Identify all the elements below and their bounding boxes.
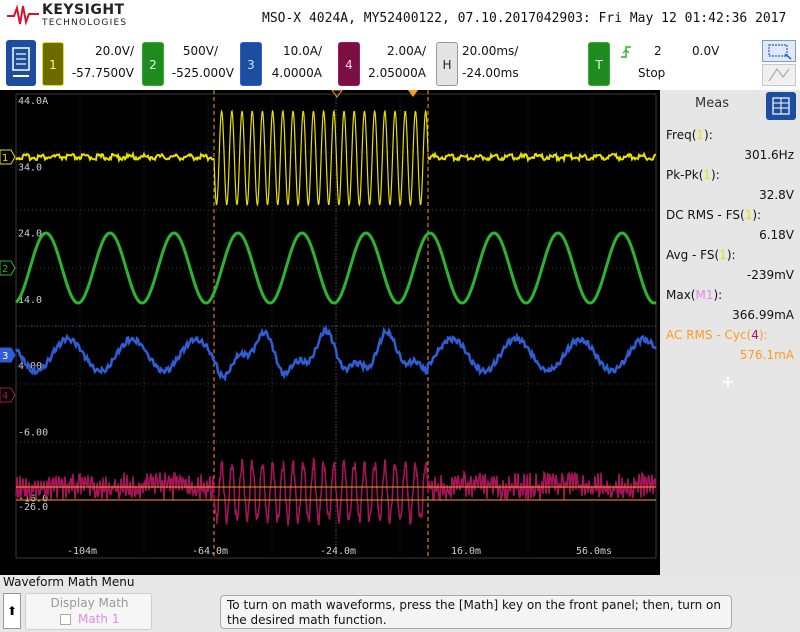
meas-label: Pk-Pk( bbox=[666, 168, 704, 182]
trigger-source: 2 bbox=[654, 44, 662, 58]
channel-ground-label: 2 bbox=[2, 264, 8, 275]
keysight-logo-icon bbox=[7, 4, 39, 26]
channel-3-offset: 4.0000A bbox=[271, 66, 322, 80]
meas-label: Max( bbox=[666, 288, 696, 302]
vertical-scale-label: -6.00 bbox=[18, 427, 48, 438]
channel-ground-label: 3 bbox=[2, 351, 8, 362]
softkey-label: Display Math bbox=[50, 596, 129, 610]
meas-source: 1 bbox=[696, 128, 705, 142]
horizontal-scale: 20.00ms/ bbox=[462, 44, 519, 58]
channel-2-scale: 500V/ bbox=[182, 44, 218, 58]
meas-source: 4 bbox=[751, 328, 759, 342]
channel-3-trace bbox=[14, 324, 658, 382]
channel-2-number: 2 bbox=[142, 42, 164, 86]
channel-3-button[interactable]: 3 10.0A/ 4.0000A bbox=[240, 40, 326, 86]
softkey-sub: Math 1 bbox=[78, 612, 120, 626]
waveform-display[interactable]: 44.0A 34.0 24.0 14.0 4.00 -6.00 -16.0 -26.0 -104… bbox=[0, 90, 660, 575]
meas-label-close: ): bbox=[704, 128, 713, 142]
horizontal-button[interactable]: H 20.00ms/ -24.00ms bbox=[436, 40, 532, 86]
channel-4-offset: 2.05000A bbox=[368, 66, 426, 80]
meas-label: DC RMS - FS( bbox=[666, 208, 745, 222]
softkey-menu: Waveform Math Menu ⬆ Display Math Math 1… bbox=[0, 575, 800, 632]
meas-value: 32.8V bbox=[759, 188, 794, 202]
menu-back-button[interactable]: ⬆ bbox=[3, 593, 21, 629]
channel-1-offset: -57.7500V bbox=[71, 66, 134, 80]
channel-4-burst-trace bbox=[213, 456, 429, 526]
display-math-softkey[interactable]: Display Math Math 1 bbox=[25, 593, 152, 630]
rising-edge-icon bbox=[621, 46, 631, 58]
meas-label-close: ): bbox=[713, 288, 723, 302]
meas-value: 366.99mA bbox=[732, 308, 794, 322]
channel-2-button[interactable]: 2 500V/ -525.000V bbox=[142, 40, 238, 86]
meas-label: Freq( bbox=[666, 128, 697, 142]
meas-value: 576.1mA bbox=[739, 348, 794, 362]
meas-value: 301.6Hz bbox=[744, 148, 794, 162]
zoom-box-icon bbox=[768, 44, 792, 60]
meas-title: Meas bbox=[695, 96, 729, 111]
meas-label: Avg - FS( bbox=[666, 248, 720, 262]
channel-4-scale: 2.00A/ bbox=[387, 44, 426, 58]
time-scale-label: 56.0ms bbox=[576, 546, 612, 557]
channel-4-number: 4 bbox=[338, 42, 360, 86]
channel-1-button[interactable]: 1 20.0V/ -57.7500V bbox=[42, 40, 138, 86]
menu-icon bbox=[12, 47, 30, 77]
channel-3-number: 3 bbox=[240, 42, 262, 86]
channel-4-button[interactable]: 4 2.00A/ 2.05000A bbox=[338, 40, 430, 86]
brand-sub: TECHNOLOGIES bbox=[42, 18, 128, 28]
channel-4-trace-tail bbox=[427, 469, 657, 502]
channel-1-trace bbox=[15, 150, 215, 164]
main-menu-button[interactable] bbox=[6, 40, 36, 86]
channel-3-scale: 10.0A/ bbox=[283, 44, 322, 58]
channel-bar: 1 20.0V/ -57.7500V 2 500V/ -525.000V 3 1… bbox=[0, 38, 800, 90]
meas-source: M1 bbox=[695, 288, 714, 302]
draw-line-icon bbox=[768, 67, 790, 82]
zoom-select-button[interactable] bbox=[762, 40, 796, 62]
channel-1-trace-tail bbox=[427, 151, 657, 164]
measurement-panel: Meas Freq(1): 301.6Hz Pk-Pk(1): 32.8V DC… bbox=[660, 90, 800, 575]
trigger-button[interactable]: T 2 0.0V Stop bbox=[588, 40, 728, 86]
meas-label-close: ): bbox=[711, 168, 720, 182]
channel-2-offset: -525.000V bbox=[171, 66, 234, 80]
vertical-scale-label: 44.0A bbox=[18, 96, 48, 107]
channel-4-trace bbox=[15, 472, 215, 502]
meas-label: AC RMS - Cyc( bbox=[666, 328, 752, 342]
vertical-scale-label: -26.0 bbox=[18, 502, 48, 513]
channel-1-number: 1 bbox=[42, 42, 64, 86]
vertical-scale-label: 24.0 bbox=[18, 229, 42, 240]
trigger-level: 0.0V bbox=[692, 44, 720, 58]
vertical-scale-label: 34.0 bbox=[18, 162, 42, 173]
display-math-checkbox[interactable] bbox=[60, 614, 71, 625]
channel-ground-label: 4 bbox=[2, 391, 8, 402]
time-scale-label: -24.0m bbox=[320, 546, 356, 557]
horizontal-delay: -24.00ms bbox=[462, 66, 519, 80]
channel-ground-label: 1 bbox=[2, 153, 8, 164]
help-message: To turn on math waveforms, press the [Ma… bbox=[220, 595, 732, 629]
meas-source: 1 bbox=[719, 248, 727, 262]
draw-mode-button[interactable] bbox=[762, 64, 796, 86]
meas-label-close: ): bbox=[758, 328, 768, 342]
instrument-title: MSO-X 4024A, MY52400122, 07.10.201704290… bbox=[262, 11, 787, 26]
channel-1-burst-trace bbox=[213, 109, 429, 207]
meas-source: 1 bbox=[703, 168, 712, 182]
menu-title: Waveform Math Menu bbox=[3, 575, 135, 589]
time-scale-label: -64.0m bbox=[192, 546, 228, 557]
meas-label-close: ): bbox=[726, 248, 736, 262]
trigger-state: Stop bbox=[638, 66, 666, 80]
channel-1-scale: 20.0V/ bbox=[95, 44, 134, 58]
trigger-key: T bbox=[588, 42, 610, 86]
title-bar: KEYSIGHT TECHNOLOGIES MSO-X 4024A, MY524… bbox=[0, 0, 800, 38]
time-scale-label: 16.0m bbox=[451, 546, 481, 557]
time-scale-label: -104m bbox=[67, 546, 97, 557]
brand-name: KEYSIGHT bbox=[42, 2, 125, 18]
meas-value: 6.18V bbox=[759, 228, 794, 242]
table-icon bbox=[772, 97, 790, 115]
meas-label-close: ): bbox=[752, 208, 762, 222]
meas-settings-button[interactable] bbox=[766, 92, 796, 120]
meas-value: -239mV bbox=[746, 268, 794, 282]
graticule: 44.0A34.024.014.04.00-6.00-16.0-26.0-104… bbox=[0, 90, 658, 559]
horizontal-key: H bbox=[436, 42, 458, 86]
add-measurement-button[interactable]: + bbox=[718, 372, 738, 391]
